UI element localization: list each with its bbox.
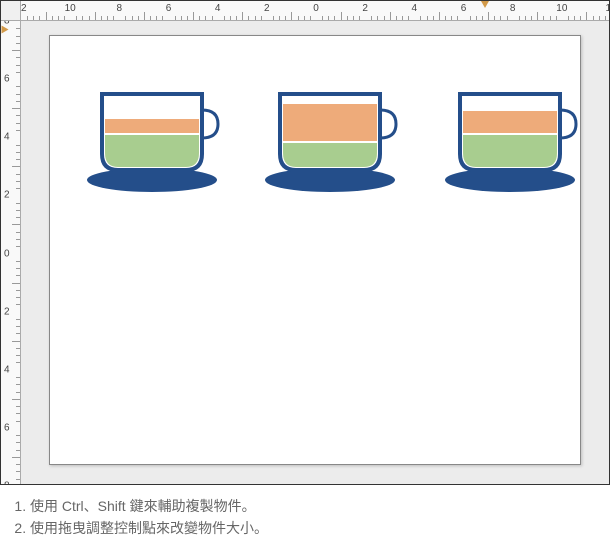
ruler-h-label: 8 — [510, 3, 516, 14]
horizontal-ruler[interactable]: 12 10 8 6 4 2 0 2 4 6 8 10 12 — [21, 1, 609, 21]
ruler-h-label: 4 — [215, 3, 221, 14]
coffee-cup-shape[interactable] — [440, 86, 590, 201]
ruler-h-label: 12 — [605, 3, 609, 14]
ruler-h-label: 6 — [166, 3, 172, 14]
document-page[interactable] — [49, 35, 581, 465]
ruler-v-label: 8 — [4, 481, 10, 485]
cup-icon — [440, 86, 590, 196]
vertical-ruler[interactable]: 864202468 — [1, 21, 21, 484]
canvas-stage[interactable] — [21, 21, 609, 484]
ruler-corner — [1, 1, 21, 21]
ruler-h-label: 8 — [117, 3, 123, 14]
ruler-v-label: 6 — [4, 74, 10, 85]
ruler-h-label: 4 — [412, 3, 418, 14]
ruler-v-label: 6 — [4, 422, 10, 433]
cup-icon — [82, 86, 232, 196]
ruler-v-label: 4 — [4, 132, 10, 143]
ruler-h-label: 2 — [362, 3, 368, 14]
ruler-h-label: 10 — [556, 3, 567, 14]
ruler-h-label: 10 — [65, 3, 76, 14]
ruler-h-label: 0 — [313, 3, 319, 14]
ruler-h-label: 12 — [21, 3, 27, 14]
ruler-v-label: 0 — [4, 248, 10, 259]
instruction-item: 使用拖曳調整控制點來改變物件大小。 — [30, 517, 604, 539]
editor-window: 12 10 8 6 4 2 0 2 4 6 8 10 12 8 6 4 2 0 2 4 6 8 — [0, 0, 610, 485]
ruler-h-label: 6 — [461, 3, 467, 14]
ruler-h-label: 2 — [264, 3, 270, 14]
ruler-v-label: 2 — [4, 306, 10, 317]
ruler-v-label: 4 — [4, 364, 10, 375]
instructions-panel: 使用 Ctrl、Shift 鍵來輔助複製物件。使用拖曳調整控制點來改變物件大小。 — [0, 485, 610, 546]
cup-icon — [260, 86, 410, 196]
instruction-item: 使用 Ctrl、Shift 鍵來輔助複製物件。 — [30, 495, 604, 517]
coffee-cup-shape[interactable] — [82, 86, 232, 201]
coffee-cup-shape[interactable] — [260, 86, 410, 201]
ruler-v-label: 2 — [4, 190, 10, 201]
